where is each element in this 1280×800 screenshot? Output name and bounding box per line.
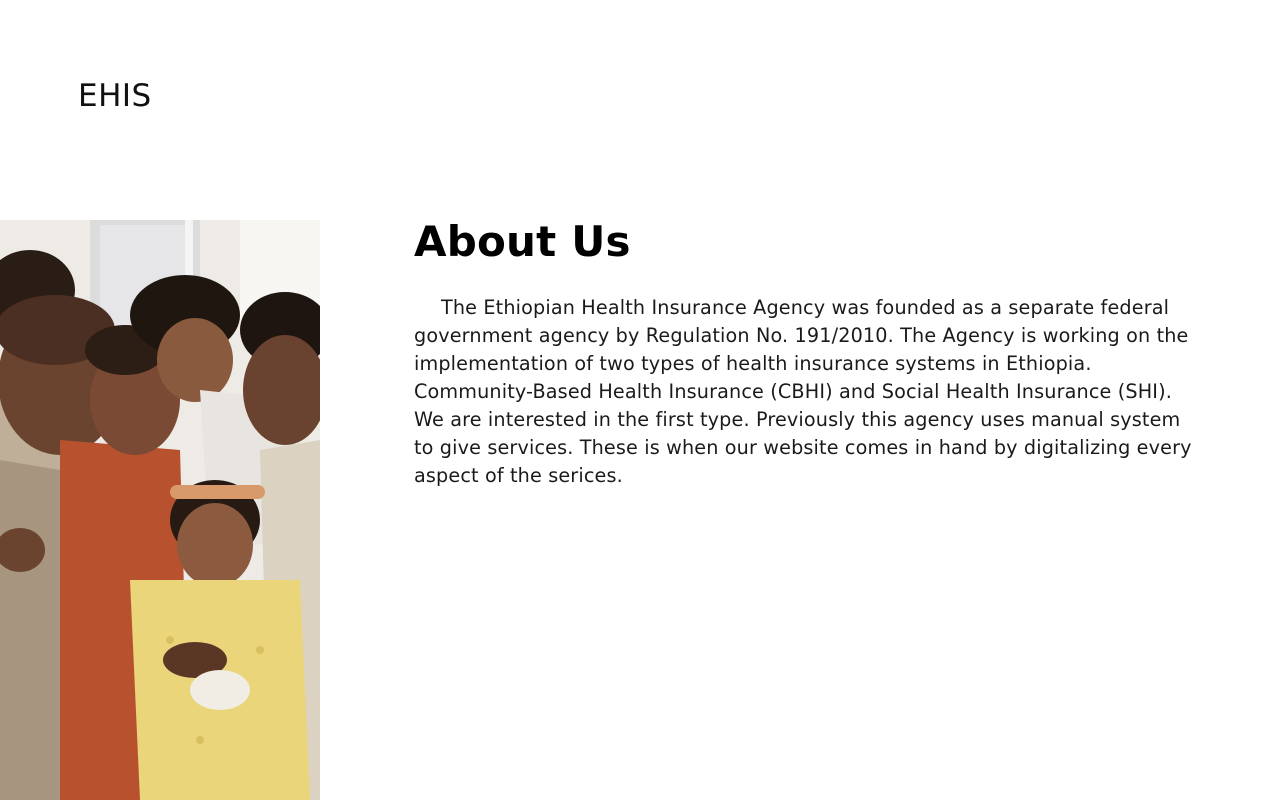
about-section: About Us The Ethiopian Health Insurance … (414, 214, 1214, 490)
page: EHIS About Us The Ethiopian Health Insur… (0, 0, 1280, 800)
family-photo (0, 220, 320, 800)
about-title: About Us (414, 217, 631, 266)
family-photo-illustration (0, 220, 320, 800)
logo-link[interactable]: EHIS (78, 74, 152, 118)
about-description: The Ethiopian Health Insurance Agency wa… (414, 296, 1192, 487)
